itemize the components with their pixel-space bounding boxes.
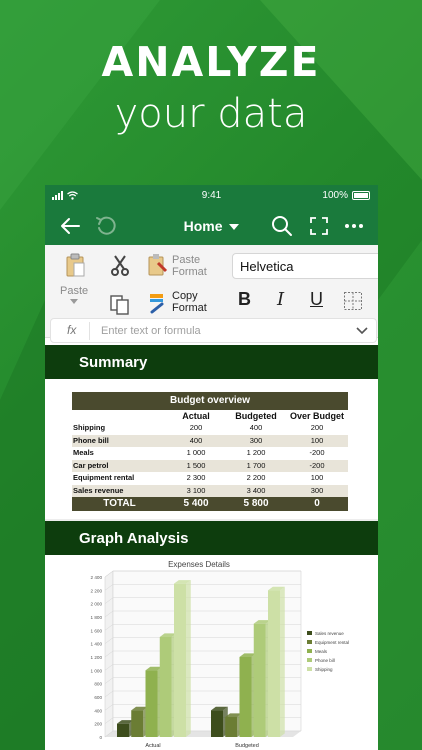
copy-format-brush-icon[interactable]: [148, 292, 170, 314]
home-menu-label: Home: [183, 218, 223, 234]
y-tick-label: 1 600: [91, 628, 103, 633]
paste-clipboard-icon[interactable]: [65, 253, 85, 277]
chart-bar: [145, 670, 158, 737]
y-tick-label: 1 000: [91, 668, 103, 673]
legend-entry: Phone bill: [315, 658, 335, 663]
table-row[interactable]: Car petrol 1 500 1 700 -200: [72, 459, 348, 472]
chart-bar: [253, 623, 266, 737]
formula-bar[interactable]: fx Enter text or formula: [50, 318, 377, 343]
table-row[interactable]: Meals 1 000 1 200 -200: [72, 447, 348, 460]
bold-button[interactable]: B: [238, 289, 251, 310]
legend-swatch: [307, 658, 312, 662]
hero: ANALYZE your data: [0, 36, 422, 138]
font-family-select[interactable]: Helvetica: [232, 253, 378, 279]
y-tick-label: 2 400: [91, 575, 103, 580]
legend-entry: Shipping: [315, 667, 333, 672]
search-icon[interactable]: [271, 215, 293, 237]
y-tick-label: 0: [99, 735, 102, 740]
battery-icon: [352, 191, 370, 200]
chart-bar: [268, 590, 280, 737]
x-tick-label: Budgeted: [235, 743, 259, 749]
formula-input-placeholder: Enter text or formula: [101, 325, 201, 337]
copy-format-button[interactable]: Copy Format: [172, 290, 207, 314]
budget-table-header: Actual Budgeted Over Budget: [182, 411, 344, 421]
borders-icon[interactable]: [343, 291, 363, 311]
fullscreen-icon[interactable]: [308, 215, 330, 237]
table-row[interactable]: Sales revenue 3 100 3 400 300: [72, 484, 348, 497]
graph-card: Expenses Details 0 200 400 600 800 1 000 1 200 1…: [45, 555, 378, 750]
y-tick-label: 1 800: [91, 615, 103, 620]
app-toolbar: Home: [45, 207, 378, 245]
legend-entry: Meals: [315, 649, 328, 654]
chart-bar-side: [280, 586, 285, 737]
y-tick-label: 200: [94, 722, 102, 727]
hero-title: ANALYZE: [101, 38, 321, 86]
budget-table[interactable]: Budget overview Actual Budgeted Over Bud…: [72, 392, 348, 511]
expenses-chart[interactable]: Expenses Details 0 200 400 600 800 1 000 1 200 1…: [45, 555, 378, 750]
summary-band: Summary: [45, 345, 378, 379]
legend-swatch: [307, 667, 312, 671]
chart-bar: [225, 717, 238, 737]
y-tick-label: 600: [94, 695, 102, 700]
legend-entry: Sales revenue: [315, 631, 344, 636]
graph-heading: Graph Analysis: [79, 530, 189, 547]
caret-down-icon: [229, 224, 240, 230]
budget-total-row[interactable]: TOTAL 5 400 5 800 0: [72, 497, 348, 511]
copy-icon[interactable]: [109, 294, 131, 316]
chart-bar: [174, 583, 186, 737]
status-bar: 9:41 100%: [45, 185, 378, 207]
chart-title: Expenses Details: [168, 560, 230, 569]
more-options-icon[interactable]: [343, 215, 365, 237]
chevron-down-icon[interactable]: [356, 327, 368, 334]
chart-bar: [117, 723, 129, 737]
legend-swatch: [307, 640, 312, 644]
y-tick-label: 400: [94, 708, 102, 713]
paste-dropdown-icon[interactable]: [70, 299, 78, 305]
device-screen: 9:41 100% Home Paste Paste Format Copy F…: [45, 185, 378, 750]
x-tick-label: Actual: [145, 743, 160, 749]
y-tick-label: 1 200: [91, 655, 103, 660]
table-row[interactable]: Phone bill 400 300 100: [72, 434, 348, 447]
legend-swatch: [307, 649, 312, 653]
chart-bar: [211, 710, 223, 737]
legend-swatch: [307, 631, 312, 635]
paste-format-button[interactable]: Paste Format: [172, 254, 207, 278]
italic-button[interactable]: I: [277, 289, 284, 310]
table-row[interactable]: Shipping 200 400 200: [72, 422, 348, 435]
chart-bar-side: [186, 580, 191, 737]
summary-heading: Summary: [79, 354, 148, 371]
underline-button[interactable]: U: [310, 289, 323, 310]
spreadsheet-canvas[interactable]: Summary Budget overview Actual Budgeted …: [45, 345, 378, 750]
chart-bar: [239, 657, 252, 737]
y-tick-label: 800: [94, 682, 102, 687]
chart-bar: [159, 637, 172, 737]
legend-entry: Equipment rental: [315, 640, 349, 645]
chart-bar: [131, 710, 144, 737]
y-tick-label: 2 000: [91, 602, 103, 607]
table-row[interactable]: Equipment rental 2 300 2 200 100: [72, 472, 348, 485]
fx-label: fx: [67, 323, 77, 337]
y-tick-label: 1 400: [91, 642, 103, 647]
cut-scissors-icon[interactable]: [110, 254, 130, 276]
y-tick-label: 2 200: [91, 588, 103, 593]
budget-table-title: Budget overview: [72, 392, 348, 410]
paste-label[interactable]: Paste: [60, 285, 88, 297]
battery-percent: 100%: [322, 190, 348, 201]
graph-band: Graph Analysis: [45, 521, 378, 555]
hero-subtitle: your data: [114, 91, 308, 137]
paste-format-icon[interactable]: [148, 253, 168, 277]
